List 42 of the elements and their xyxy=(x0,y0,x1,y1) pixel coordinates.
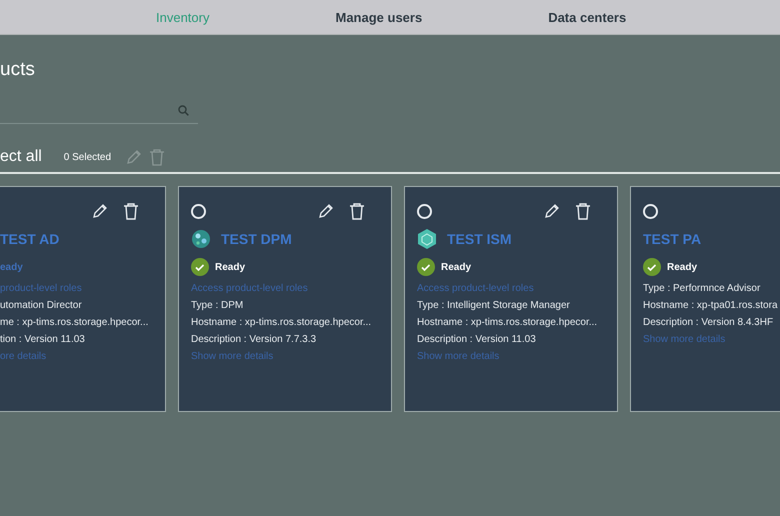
card-detail: Type : Performnce Advisor xyxy=(643,283,762,294)
card-detail: tion : Version 11.03 xyxy=(0,334,86,345)
cube-icon xyxy=(417,228,437,250)
nav-tab[interactable]: Data centers xyxy=(548,10,626,24)
status-text: Ready xyxy=(441,262,472,272)
nav-tab[interactable]: Inventory xyxy=(156,10,210,24)
card-detail: Hostname : xp-tims.ros.storage.hpecor... xyxy=(191,317,372,328)
nav-tab[interactable]: Manage users xyxy=(335,10,422,24)
card-detail: Description : Version 8.4.3HF xyxy=(643,317,774,328)
card-detail: Hostname : xp-tpa01.ros.stora xyxy=(643,300,779,311)
card-detail: me : xp-tims.ros.storage.hpecor... xyxy=(0,317,150,328)
card-detail: Type : DPM xyxy=(191,300,244,311)
card-detail: Hostname : xp-tims.ros.storage.hpecor... xyxy=(417,317,598,328)
roles-link[interactable]: Access product-level roles xyxy=(191,283,379,294)
product-name[interactable]: TEST PA xyxy=(643,231,702,247)
details-link[interactable]: ore details xyxy=(0,351,153,362)
pencil-icon[interactable] xyxy=(317,202,335,220)
details-link[interactable]: Show more details xyxy=(191,351,379,362)
pencil-icon[interactable] xyxy=(543,202,561,220)
select-radio[interactable] xyxy=(417,204,432,218)
globe-icon xyxy=(191,229,211,249)
page-title: ucts xyxy=(0,59,36,82)
select-radio[interactable] xyxy=(191,204,206,218)
details-link[interactable]: Show more details xyxy=(417,351,605,362)
select-all-label[interactable]: ect all xyxy=(0,148,42,166)
product-name[interactable]: TEST DPM xyxy=(221,231,292,247)
card-detail: Type : Intelligent Storage Manager xyxy=(417,300,571,311)
roles-link[interactable]: product-level roles xyxy=(0,283,153,294)
search-icon xyxy=(178,104,189,116)
card-detail: Description : Version 7.7.3.3 xyxy=(191,334,318,345)
selected-count: 0 Selected xyxy=(64,152,112,162)
status-text: Ready xyxy=(667,262,698,272)
pencil-icon[interactable] xyxy=(91,202,109,220)
product-name[interactable]: TEST AD xyxy=(0,231,60,247)
product-name[interactable]: TEST ISM xyxy=(447,231,512,247)
card-detail: utomation Director xyxy=(0,300,83,311)
select-radio[interactable] xyxy=(643,204,658,218)
status-text: Ready xyxy=(215,262,246,272)
roles-link[interactable]: Access product-level roles xyxy=(417,283,605,294)
details-link[interactable]: Show more details xyxy=(643,334,780,345)
card-detail: Description : Version 11.03 xyxy=(417,334,537,345)
status-text: eady xyxy=(0,262,23,272)
